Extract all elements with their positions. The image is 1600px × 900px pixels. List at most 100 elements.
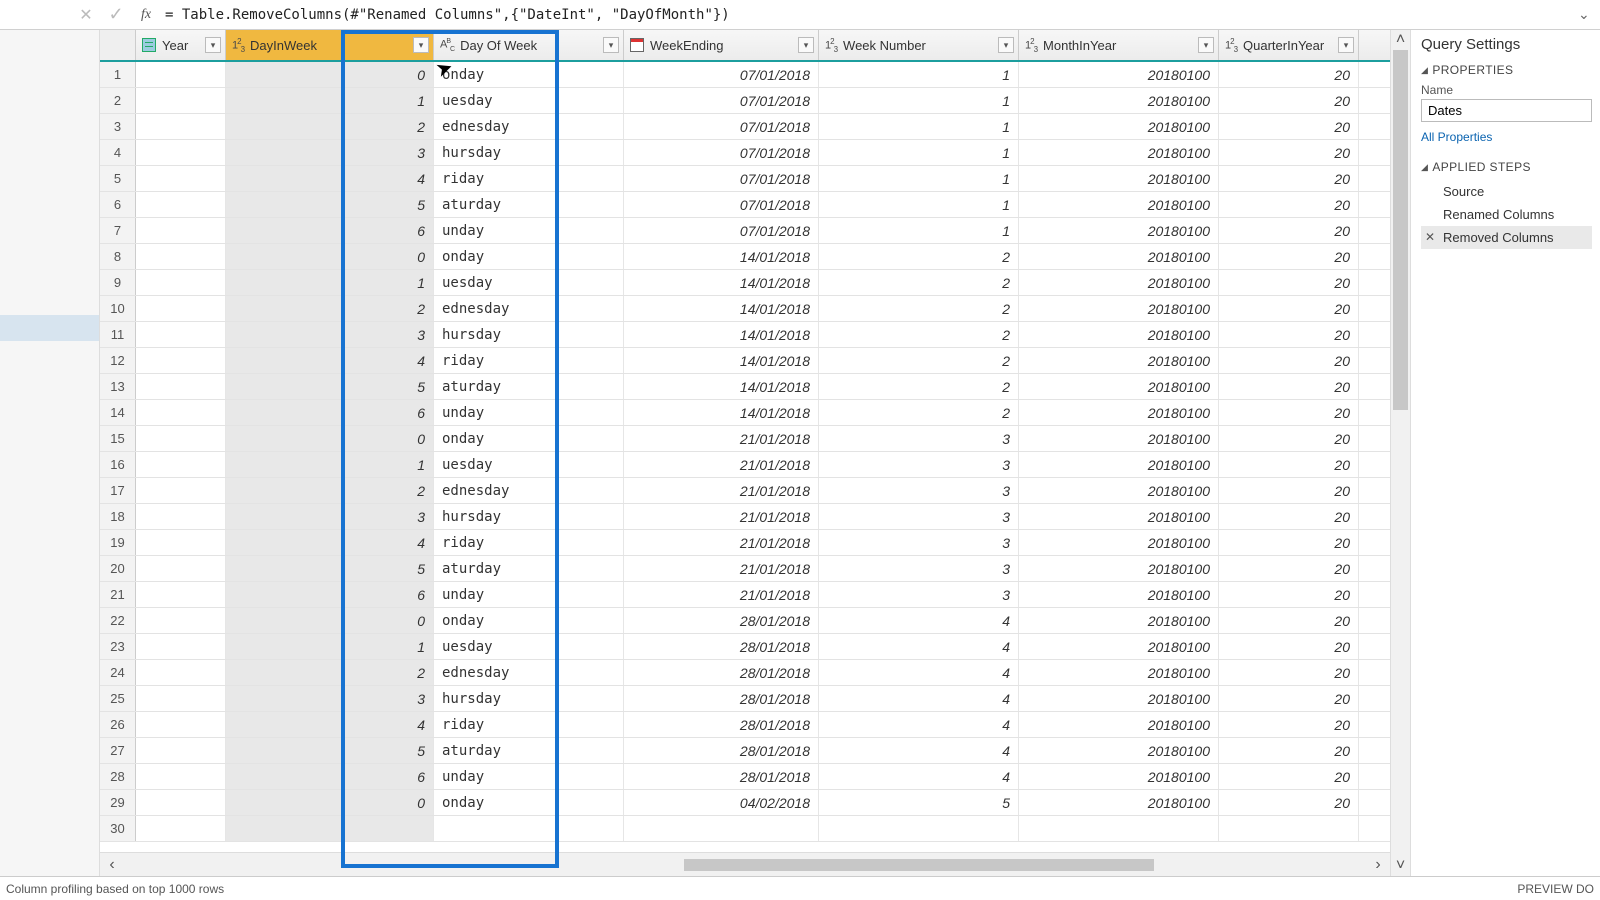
cell-weekending[interactable]: 28/01/2018 [624,764,819,789]
row-number[interactable]: 9 [100,270,136,295]
cell-dayinweek[interactable]: 2 [226,114,434,139]
cell-quarterinyear[interactable]: 20 [1219,374,1359,399]
cell-dayinweek[interactable]: 2 [226,478,434,503]
cell-year[interactable] [136,140,226,165]
cell-year[interactable] [136,270,226,295]
cell-dayofweek[interactable]: uesday [434,634,624,659]
cell-monthyear[interactable]: 20180100 [1019,686,1219,711]
row-number[interactable]: 29 [100,790,136,815]
cell-monthyear[interactable]: 20180100 [1019,660,1219,685]
row-number[interactable]: 4 [100,140,136,165]
cell-year[interactable] [136,244,226,269]
cell-dayinweek[interactable]: 0 [226,62,434,87]
cell-dayofweek[interactable]: unday [434,582,624,607]
column-filter-icon[interactable]: ▾ [798,37,814,53]
cell-dayinweek[interactable]: 0 [226,608,434,633]
cell-weeknum[interactable]: 4 [819,712,1019,737]
cell-year[interactable] [136,608,226,633]
queries-selected-item[interactable] [0,315,99,341]
cell-monthyear[interactable]: 20180100 [1019,270,1219,295]
cell-weeknum[interactable]: 1 [819,140,1019,165]
cell-year[interactable] [136,686,226,711]
cell-monthyear[interactable]: 20180100 [1019,452,1219,477]
cell-dayinweek[interactable]: 0 [226,244,434,269]
expand-formula-icon[interactable]: ⌄ [1578,6,1600,23]
cell-weekending[interactable]: 14/01/2018 [624,374,819,399]
cell-weekending[interactable]: 28/01/2018 [624,660,819,685]
cell-dayinweek[interactable]: 5 [226,192,434,217]
cell-dayinweek[interactable]: 6 [226,764,434,789]
cell-weeknum[interactable]: 3 [819,452,1019,477]
cell-weekending[interactable]: 21/01/2018 [624,478,819,503]
cell-quarterinyear[interactable]: 20 [1219,348,1359,373]
cell-weeknum[interactable]: 4 [819,660,1019,685]
table-row[interactable]: 161uesday21/01/201832018010020 [100,452,1390,478]
fx-icon[interactable]: fx [135,7,157,23]
cell-dayinweek[interactable]: 5 [226,556,434,581]
table-row[interactable]: 275aturday28/01/201842018010020 [100,738,1390,764]
cell-dayinweek[interactable]: 1 [226,270,434,295]
row-number[interactable]: 26 [100,712,136,737]
cell-weekending[interactable]: 07/01/2018 [624,140,819,165]
row-number[interactable]: 8 [100,244,136,269]
cell-dayofweek[interactable]: onday [434,62,624,87]
column-header-qtr[interactable]: 123QuarterInYear▾ [1219,30,1359,60]
cell-quarterinyear[interactable]: 20 [1219,296,1359,321]
cell-quarterinyear[interactable]: 20 [1219,140,1359,165]
table-row[interactable]: 183hursday21/01/201832018010020 [100,504,1390,530]
cell-quarterinyear[interactable]: 20 [1219,530,1359,555]
cell-year[interactable] [136,322,226,347]
column-header-year[interactable]: Year▾ [136,30,226,60]
row-number[interactable]: 12 [100,348,136,373]
cell-weeknum[interactable]: 4 [819,686,1019,711]
table-row[interactable]: 91uesday14/01/201822018010020 [100,270,1390,296]
cell-dayinweek[interactable]: 1 [226,634,434,659]
table-row[interactable]: 54riday07/01/201812018010020 [100,166,1390,192]
cell-dayinweek[interactable]: 1 [226,88,434,113]
applied-steps-section[interactable]: APPLIED STEPS [1421,160,1592,174]
table-row[interactable]: 124riday14/01/201822018010020 [100,348,1390,374]
cell-weeknum[interactable]: 4 [819,608,1019,633]
cell-year[interactable] [136,166,226,191]
cell-year[interactable] [136,712,226,737]
row-number[interactable]: 16 [100,452,136,477]
row-number[interactable]: 25 [100,686,136,711]
cell-dayinweek[interactable] [226,816,434,841]
table-row[interactable]: 264riday28/01/201842018010020 [100,712,1390,738]
cell-monthyear[interactable]: 20180100 [1019,166,1219,191]
cell-monthyear[interactable]: 20180100 [1019,114,1219,139]
table-row[interactable]: 113hursday14/01/201822018010020 [100,322,1390,348]
cell-weekending[interactable]: 28/01/2018 [624,738,819,763]
row-number[interactable]: 17 [100,478,136,503]
cell-year[interactable] [136,426,226,451]
table-row[interactable]: 102ednesday14/01/201822018010020 [100,296,1390,322]
cell-quarterinyear[interactable]: 20 [1219,686,1359,711]
row-number[interactable]: 22 [100,608,136,633]
row-number[interactable]: 2 [100,88,136,113]
cell-quarterinyear[interactable]: 20 [1219,712,1359,737]
column-filter-icon[interactable]: ▾ [205,37,221,53]
cell-dayofweek[interactable]: hursday [434,504,624,529]
scroll-left-icon[interactable]: ‹ [100,856,124,874]
vscroll-thumb[interactable] [1393,50,1408,410]
cell-weeknum[interactable]: 4 [819,634,1019,659]
cell-monthyear[interactable]: 20180100 [1019,634,1219,659]
cell-dayofweek[interactable]: riday [434,166,624,191]
cell-monthyear[interactable]: 20180100 [1019,296,1219,321]
table-row[interactable]: 76unday07/01/201812018010020 [100,218,1390,244]
cancel-formula-icon[interactable]: ✕ [75,5,97,25]
cell-weekending[interactable]: 14/01/2018 [624,296,819,321]
cell-quarterinyear[interactable]: 20 [1219,322,1359,347]
cell-weeknum[interactable]: 1 [819,62,1019,87]
cell-monthyear[interactable]: 20180100 [1019,322,1219,347]
cell-dayinweek[interactable]: 0 [226,790,434,815]
formula-text[interactable]: = Table.RemoveColumns(#"Renamed Columns"… [165,7,1570,23]
cell-dayofweek[interactable]: hursday [434,140,624,165]
cell-year[interactable] [136,790,226,815]
cell-quarterinyear[interactable]: 20 [1219,660,1359,685]
column-filter-icon[interactable]: ▾ [998,37,1014,53]
table-row[interactable]: 286unday28/01/201842018010020 [100,764,1390,790]
table-row[interactable]: 242ednesday28/01/201842018010020 [100,660,1390,686]
cell-weekending[interactable]: 07/01/2018 [624,114,819,139]
cell-dayofweek[interactable]: unday [434,764,624,789]
